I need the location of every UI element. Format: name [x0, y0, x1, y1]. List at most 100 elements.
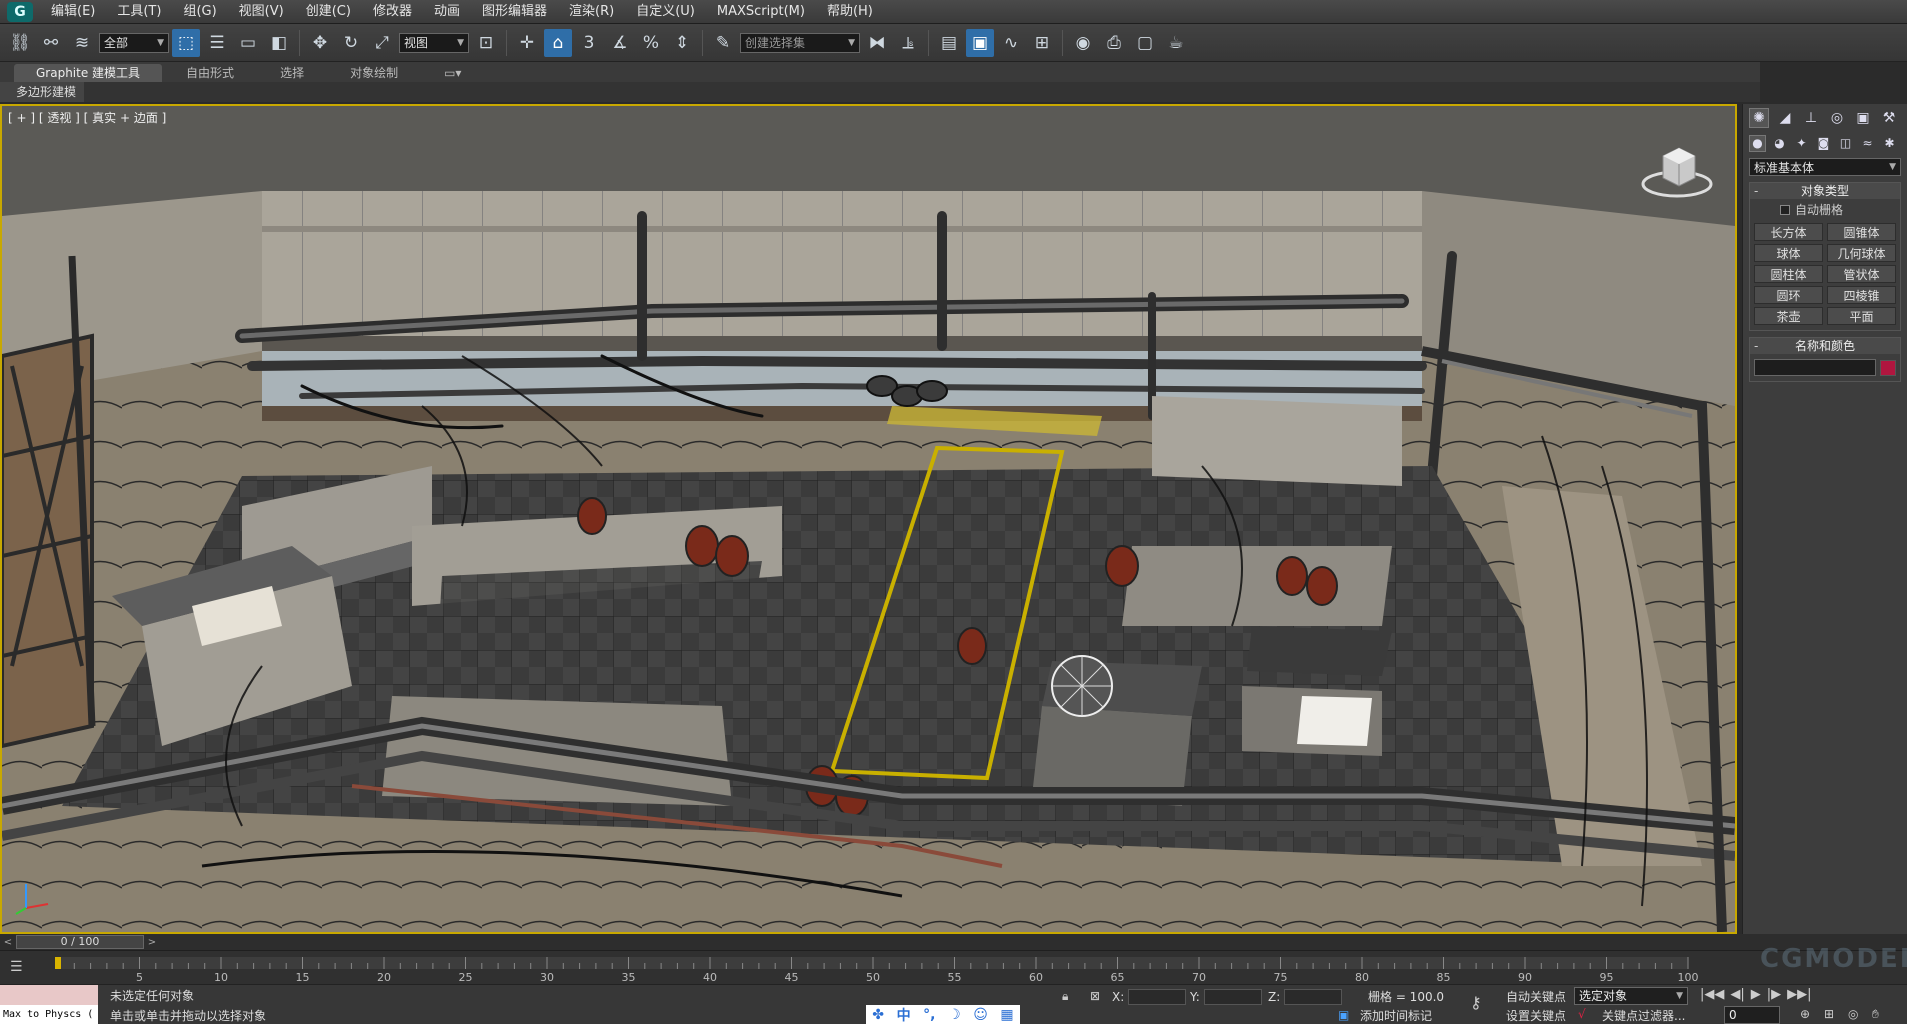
menu-graph-editors[interactable]: 图形编辑器 — [471, 0, 558, 24]
link-icon[interactable]: ⛓ — [6, 29, 34, 57]
pivot-center-icon[interactable]: ⊡ — [472, 29, 500, 57]
object-color-swatch[interactable] — [1880, 359, 1896, 376]
next-frame-icon[interactable]: |▶ — [1767, 987, 1781, 1002]
create-tab-icon[interactable]: ✺ — [1749, 108, 1769, 128]
space-warps-icon[interactable]: ≈ — [1859, 135, 1876, 152]
plane-button[interactable]: 平面 — [1827, 307, 1896, 325]
align-icon[interactable]: ⫡ — [894, 29, 922, 57]
motion-tab-icon[interactable]: ◎ — [1827, 108, 1847, 128]
menu-rendering[interactable]: 渲染(R) — [558, 0, 625, 24]
pyramid-button[interactable]: 四棱锥 — [1827, 286, 1896, 304]
prev-frame-arrow-icon[interactable]: < — [0, 937, 16, 948]
geometry-category-select[interactable]: 标准基本体 ▼ — [1749, 158, 1901, 176]
render-production-icon[interactable]: ☕ — [1162, 29, 1190, 57]
edit-named-selection-icon[interactable]: ✎ — [709, 29, 737, 57]
key-icon[interactable]: ⚷ — [1470, 993, 1482, 1012]
name-color-rollout-header[interactable]: - 名称和颜色 — [1750, 338, 1900, 354]
select-by-name-icon[interactable]: ☰ — [203, 29, 231, 57]
maxscript-mini-input[interactable] — [0, 985, 98, 1005]
schematic-view-icon[interactable]: ⊞ — [1028, 29, 1056, 57]
graphite-ribbon-icon[interactable]: ▣ — [966, 28, 994, 57]
tube-button[interactable]: 管状体 — [1827, 265, 1896, 283]
systems-icon[interactable]: ✱ — [1881, 135, 1898, 152]
pan-hand-icon[interactable]: ✋︎ — [1872, 1007, 1879, 1022]
curve-editor-icon[interactable]: ∿ — [997, 29, 1025, 57]
cylinder-button[interactable]: 圆柱体 — [1754, 265, 1823, 283]
rect-selection-icon[interactable]: ▭ — [234, 29, 262, 57]
window-crossing-icon[interactable]: ◧ — [265, 29, 293, 57]
time-slider-thumb[interactable]: 0 / 100 — [16, 935, 144, 949]
ime-punctuation[interactable]: °, — [923, 1007, 935, 1023]
percent-snap-icon[interactable]: % — [637, 29, 665, 57]
bind-space-warp-icon[interactable]: ≋ — [68, 29, 96, 57]
shapes-icon[interactable]: ◕ — [1771, 135, 1788, 152]
x-coordinate-field[interactable] — [1128, 989, 1187, 1005]
material-editor-icon[interactable]: ◉ — [1069, 29, 1097, 57]
rendered-frame-window-icon[interactable]: ▢ — [1131, 29, 1159, 57]
prev-frame-icon[interactable]: ◀| — [1730, 987, 1744, 1002]
object-type-rollout-header[interactable]: - 对象类型 — [1750, 183, 1900, 199]
reference-coordinate-select[interactable]: 视图 ▼ — [399, 32, 469, 53]
sphere-button[interactable]: 球体 — [1754, 244, 1823, 262]
snap-toggle-icon[interactable]: 3 — [575, 29, 603, 57]
select-manipulate-icon[interactable]: ✛ — [513, 29, 541, 57]
menu-animation[interactable]: 动画 — [423, 0, 471, 24]
teapot-button[interactable]: 茶壶 — [1754, 307, 1823, 325]
torus-button[interactable]: 圆环 — [1754, 286, 1823, 304]
object-name-input[interactable] — [1754, 359, 1876, 376]
key-mode-select[interactable]: 选定对象 ▼ — [1574, 987, 1688, 1005]
box-button[interactable]: 长方体 — [1754, 223, 1823, 241]
zoom-extents-icon[interactable]: ⊞ — [1824, 1007, 1834, 1021]
named-selection-set-select[interactable]: 创建选择集 ▼ — [740, 32, 860, 53]
menu-help[interactable]: 帮助(H) — [816, 0, 884, 24]
y-coordinate-field[interactable] — [1203, 989, 1262, 1005]
utilities-tab-icon[interactable]: ⚒ — [1879, 108, 1899, 128]
select-object-icon[interactable]: ⬚ — [172, 28, 200, 57]
tab-selection[interactable]: 选择 — [258, 64, 326, 82]
hierarchy-tab-icon[interactable]: ⊥ — [1801, 108, 1821, 128]
selection-filter-select[interactable]: 全部 ▼ — [99, 32, 169, 53]
keyboard-shortcut-override-icon[interactable]: ⌂ — [544, 28, 572, 57]
ime-paw-icon[interactable]: ✤ — [872, 1007, 884, 1023]
tab-freeform[interactable]: 自由形式 — [164, 64, 256, 82]
layer-manager-icon[interactable]: ▤ — [935, 29, 963, 57]
perspective-viewport[interactable]: [ + ] [ 透视 ] [ 真实 + 边面 ] — [0, 104, 1737, 934]
ime-toolbar[interactable]: ✤ 中 °, ☽ ☺ ▦ — [866, 1005, 1020, 1024]
render-setup-icon[interactable]: ⎙ — [1100, 29, 1128, 57]
set-key-button[interactable]: 设置关键点 — [1506, 1007, 1566, 1024]
modify-tab-icon[interactable]: ◢ — [1775, 108, 1795, 128]
menu-modifiers[interactable]: 修改器 — [362, 0, 423, 24]
zoom-icon[interactable]: ⊕ — [1800, 1007, 1810, 1021]
ime-user-icon[interactable]: ☺ — [973, 1007, 988, 1023]
menu-create[interactable]: 创建(C) — [295, 0, 362, 24]
menu-edit[interactable]: 编辑(E) — [40, 0, 106, 24]
angle-snap-icon[interactable]: ∡ — [606, 29, 634, 57]
scale-icon[interactable]: ⤢ — [368, 29, 396, 57]
tab-object-paint[interactable]: 对象绘制 — [328, 64, 420, 82]
menu-customize[interactable]: 自定义(U) — [625, 0, 706, 24]
display-tab-icon[interactable]: ▣ — [1853, 108, 1873, 128]
cone-button[interactable]: 圆锥体 — [1827, 223, 1896, 241]
key-filters-button[interactable]: 关键点过滤器... — [1602, 1007, 1685, 1024]
lock-icon[interactable]: 🔒︎ — [1062, 989, 1068, 1004]
goto-end-icon[interactable]: ▶▶| — [1787, 987, 1811, 1002]
track-bar[interactable]: ☰ 5 10 15 20 25 30 35 40 45 50 55 60 65 70 75 80 85 90 95 1… — [0, 950, 1907, 984]
ime-grid-icon[interactable]: ▦ — [1000, 1007, 1013, 1023]
auto-key-button[interactable]: 自动关键点 — [1506, 988, 1566, 1005]
menu-views[interactable]: 视图(V) — [228, 0, 295, 24]
unlink-icon[interactable]: ⚯ — [37, 29, 65, 57]
app-logo[interactable]: G — [0, 0, 40, 24]
move-icon[interactable]: ✥ — [306, 29, 334, 57]
mirror-icon[interactable]: ⧓ — [863, 29, 891, 57]
menu-maxscript[interactable]: MAXScript(M) — [706, 0, 816, 24]
time-tag-icon[interactable]: ▣ — [1338, 1008, 1349, 1022]
ribbon-panel-polygon-modeling[interactable]: 多边形建模 — [0, 82, 84, 102]
next-frame-arrow-icon[interactable]: > — [144, 937, 160, 948]
geometry-icon[interactable]: ● — [1749, 134, 1766, 152]
geosphere-button[interactable]: 几何球体 — [1827, 244, 1896, 262]
ribbon-options-icon[interactable]: ▭▾ — [422, 64, 483, 82]
rotate-icon[interactable]: ↻ — [337, 29, 365, 57]
lights-icon[interactable]: ✦ — [1793, 135, 1810, 152]
add-time-tag-button[interactable]: 添加时间标记 — [1360, 1007, 1432, 1024]
viewport-label[interactable]: [ + ] [ 透视 ] [ 真实 + 边面 ] — [8, 109, 166, 126]
